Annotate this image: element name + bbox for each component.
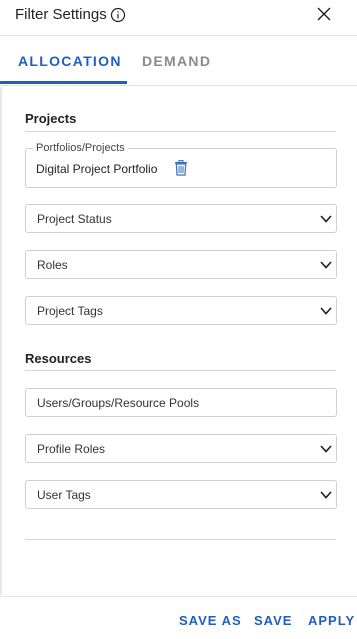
- apply-button[interactable]: APPLY: [308, 613, 355, 628]
- resources-divider: [25, 370, 336, 371]
- panel-title: Filter Settings: [15, 6, 107, 23]
- profile-roles-select[interactable]: Profile Roles: [25, 434, 337, 463]
- profile-roles-label: Profile Roles: [37, 442, 106, 456]
- close-icon[interactable]: [316, 6, 332, 22]
- active-tab-indicator: [0, 81, 127, 84]
- resources-bottom-divider: [25, 539, 336, 540]
- chevron-down-icon: [320, 307, 332, 315]
- projects-section-title: Projects: [25, 111, 77, 126]
- content-left-border: [0, 87, 2, 595]
- chevron-down-icon: [320, 491, 332, 499]
- users-groups-label: Users/Groups/Resource Pools: [37, 396, 200, 410]
- tab-bar: ALLOCATION DEMAND: [0, 37, 357, 86]
- tab-demand[interactable]: DEMAND: [142, 53, 211, 69]
- save-as-button[interactable]: SAVE AS: [179, 613, 242, 628]
- panel-footer: SAVE AS SAVE APPLY: [0, 596, 357, 639]
- project-tags-label: Project Tags: [37, 304, 103, 318]
- resources-section-title: Resources: [25, 351, 92, 366]
- roles-label: Roles: [37, 258, 68, 272]
- chevron-down-icon: [320, 215, 332, 223]
- project-status-select[interactable]: Project Status: [25, 204, 337, 233]
- projects-divider: [25, 131, 336, 132]
- roles-select[interactable]: Roles: [25, 250, 337, 279]
- user-tags-label: User Tags: [37, 488, 91, 502]
- users-groups-resource-pools-input[interactable]: Users/Groups/Resource Pools: [25, 388, 337, 417]
- portfolios-projects-field[interactable]: Portfolios/Projects Digital Project Port…: [25, 142, 337, 188]
- portfolios-projects-legend: Portfolios/Projects: [33, 142, 128, 154]
- project-tags-select[interactable]: Project Tags: [25, 296, 337, 325]
- selected-portfolio: Digital Project Portfolio: [36, 162, 158, 176]
- info-icon[interactable]: [110, 7, 126, 23]
- chevron-down-icon: [320, 445, 332, 453]
- trash-icon[interactable]: [174, 160, 188, 176]
- save-button[interactable]: SAVE: [254, 613, 292, 628]
- chevron-down-icon: [320, 261, 332, 269]
- panel-header: Filter Settings: [0, 0, 357, 36]
- user-tags-select[interactable]: User Tags: [25, 480, 337, 509]
- tab-allocation[interactable]: ALLOCATION: [18, 53, 122, 69]
- project-status-label: Project Status: [37, 212, 112, 226]
